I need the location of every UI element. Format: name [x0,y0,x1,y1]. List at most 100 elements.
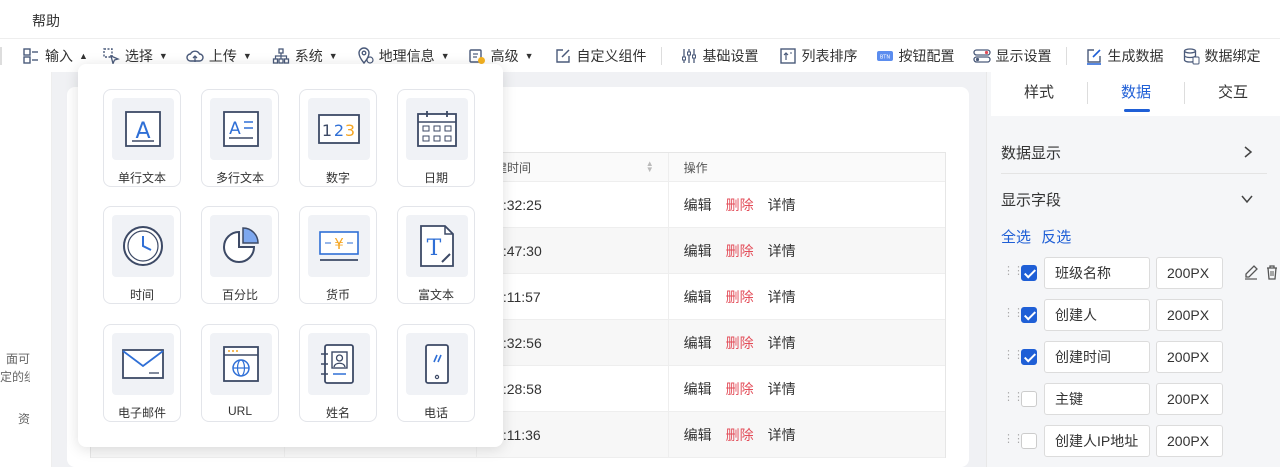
field-checkbox[interactable] [1021,391,1037,407]
toolbar-custom-component[interactable]: 自定义组件 [554,39,647,72]
rich-text-icon: T [420,225,454,267]
field-row: ⋮⋮ 创建人IP地址 200PX [1001,425,1280,457]
field-width-input[interactable]: 200PX [1156,257,1223,289]
toolbar-input-menu[interactable]: 输入 ▲ [22,39,88,72]
delete-link[interactable]: 删除 [726,333,754,353]
edit-link[interactable]: 编辑 [684,241,712,261]
single-line-text-icon: A [125,111,161,147]
edit-link[interactable]: 编辑 [684,287,712,307]
calendar-icon [417,111,457,147]
toolbar-divider [660,46,662,65]
input-components-popup: A 单行文本 A 多行文本 123 数字 日期 时间 百分比 ¥ 货币 T 富文… [78,64,503,447]
drag-handle-icon[interactable]: ⋮⋮ [1003,306,1024,319]
delete-link[interactable]: 删除 [726,425,754,445]
chevron-down-icon[interactable] [1240,193,1254,205]
drag-handle-icon[interactable]: ⋮⋮ [1003,348,1024,361]
tab-data[interactable]: 数据 [1088,72,1184,116]
component-phone[interactable]: 电话 [397,324,475,422]
field-row: ⋮⋮ 主键 200PX [1001,383,1280,415]
drag-handle-icon[interactable]: ⋮⋮ [1003,390,1024,403]
email-icon [122,349,164,379]
toolbar-generate-data-label: 生成数据 [1107,47,1164,64]
column-header-actions: 操作 [683,160,708,175]
field-checkbox[interactable] [1021,265,1037,281]
caret-down-icon: ▼ [440,50,450,61]
drag-handle-icon[interactable]: ⋮⋮ [1003,264,1024,277]
edit-link[interactable]: 编辑 [684,379,712,399]
toolbar-button-config[interactable]: BTN 按钮配置 [876,39,955,72]
drag-handle-icon[interactable]: ⋮⋮ [1003,432,1024,445]
delete-link[interactable]: 删除 [726,241,754,261]
toolbar-select-label: 选择 [124,47,153,64]
caret-down-icon: ▼ [242,50,252,61]
svg-text:¥: ¥ [334,235,344,253]
detail-link[interactable]: 详情 [768,241,796,261]
tab-style[interactable]: 样式 [991,72,1087,116]
field-name-input[interactable]: 主键 [1044,383,1150,415]
component-url[interactable]: URL [201,324,279,422]
left-panel-text: 定的组 [0,370,30,384]
tab-interaction[interactable]: 交互 [1185,72,1280,116]
component-email[interactable]: 电子邮件 [103,324,181,422]
component-time[interactable]: 时间 [103,206,181,304]
detail-link[interactable]: 详情 [768,379,796,399]
field-row: ⋮⋮ 创建人 200PX [1001,299,1280,331]
edit-link[interactable]: 编辑 [684,425,712,445]
section-data-display[interactable]: 数据显示 [1001,142,1061,163]
caret-up-icon: ▲ [79,50,88,61]
delete-link[interactable]: 删除 [726,379,754,399]
field-width-input[interactable]: 200PX [1156,299,1223,331]
sliders-icon [681,48,696,63]
field-checkbox[interactable] [1021,307,1037,323]
edit-link[interactable]: 编辑 [684,195,712,215]
left-panel-text: 面可 [5,352,30,366]
toolbar-basic-settings-label: 基础设置 [702,47,759,64]
toolbar-display-settings[interactable]: 显示设置 [972,39,1052,72]
component-number[interactable]: 123 数字 [299,89,377,187]
field-width-input[interactable]: 200PX [1156,383,1223,415]
svg-text:A: A [229,119,241,139]
detail-link[interactable]: 详情 [768,425,796,445]
menu-bar: 帮助 [0,0,1280,38]
detail-link[interactable]: 详情 [768,195,796,215]
toolbar-generate-data[interactable]: 生成数据 [1085,39,1164,72]
invert-selection-link[interactable]: 反选 [1041,229,1071,246]
field-checkbox[interactable] [1021,433,1037,449]
generate-icon [1086,48,1101,65]
toolbar-list-sort[interactable]: 列表排序 [779,39,858,72]
field-width-input[interactable]: 200PX [1156,425,1223,457]
detail-link[interactable]: 详情 [768,333,796,353]
component-rich-text[interactable]: T 富文本 [397,206,475,304]
field-name-input[interactable]: 创建人IP地址 [1044,425,1150,457]
component-date[interactable]: 日期 [397,89,475,187]
field-name-input[interactable]: 班级名称 [1044,257,1150,289]
toolbar-basic-settings[interactable]: 基础设置 [680,39,759,72]
section-display-fields[interactable]: 显示字段 [1001,189,1061,210]
delete-link[interactable]: 删除 [726,287,754,307]
menu-help[interactable]: 帮助 [32,11,60,31]
toolbar-display-settings-label: 显示设置 [995,47,1052,64]
detail-link[interactable]: 详情 [768,287,796,307]
chevron-right-icon[interactable] [1242,145,1254,159]
column-header-created-time[interactable]: 建时间 ▲ ▼ [477,153,669,181]
sort-icon[interactable]: ▲ ▼ [646,160,654,174]
delete-link[interactable]: 删除 [726,195,754,215]
field-name-input[interactable]: 创建人 [1044,299,1150,331]
trash-icon[interactable] [1264,264,1280,280]
edit-link[interactable]: 编辑 [684,333,712,353]
field-checkbox[interactable] [1021,349,1037,365]
component-currency[interactable]: ¥ 货币 [299,206,377,304]
edit-icon[interactable] [1243,264,1259,280]
component-single-line-text[interactable]: A 单行文本 [103,89,181,187]
component-percentage[interactable]: 百分比 [201,206,279,304]
select-icon [103,47,120,65]
field-width-input[interactable]: 200PX [1156,341,1223,373]
component-multi-line-text[interactable]: A 多行文本 [201,89,279,187]
select-all-link[interactable]: 全选 [1001,229,1031,246]
field-name-input[interactable]: 创建时间 [1044,341,1150,373]
btn-icon: BTN [876,50,893,61]
svg-text:2: 2 [334,121,344,140]
component-name[interactable]: 姓名 [299,324,377,422]
multi-line-text-icon: A [223,111,259,147]
toolbar-data-binding[interactable]: 数据绑定 [1182,39,1261,72]
